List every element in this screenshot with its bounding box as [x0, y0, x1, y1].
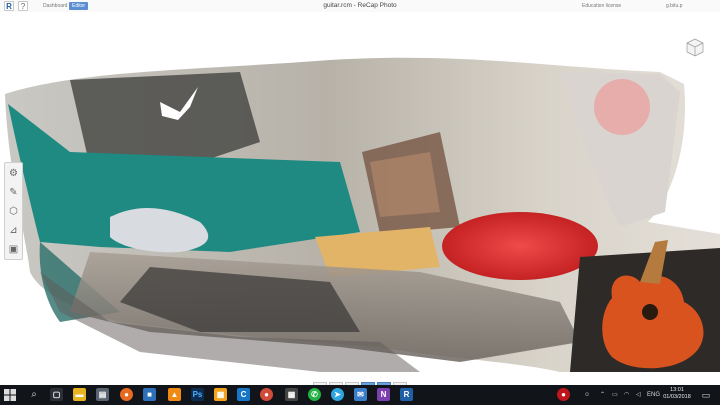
ccleaner-icon[interactable]: C [237, 388, 250, 401]
volume-icon[interactable]: ◁ [636, 389, 641, 401]
shelf-books [370, 152, 440, 217]
telegram-icon[interactable]: ➤ [331, 388, 344, 401]
file-explorer-icon[interactable]: ▬ [73, 388, 86, 401]
pink-light [594, 79, 650, 135]
store-icon[interactable]: ■ [143, 388, 156, 401]
onenote-icon[interactable]: N [377, 388, 390, 401]
clock[interactable]: 13:01 01/03/2018 [660, 387, 694, 401]
photo-mesh-scene [5, 57, 720, 372]
people-icon[interactable]: ☺ [584, 389, 590, 401]
notifications-icon[interactable]: ▭ [700, 389, 712, 401]
language-indicator[interactable]: ENG [647, 389, 660, 401]
explorer-icon[interactable]: ▤ [96, 388, 109, 401]
pencil-icon[interactable]: ✎ [7, 186, 20, 199]
vlc-icon[interactable]: ▲ [168, 388, 181, 401]
export-icon[interactable]: ▣ [7, 243, 20, 256]
antivirus-tray-icon[interactable]: ● [557, 388, 570, 401]
settings-icon[interactable]: ⚙ [7, 167, 20, 180]
mail-icon[interactable]: ✉ [354, 388, 367, 401]
chrome-icon[interactable]: ● [260, 388, 273, 401]
network-icon[interactable]: ◠ [624, 389, 629, 401]
user-menu[interactable]: g.bitu.p [666, 2, 682, 10]
clock-time: 13:01 [670, 387, 684, 393]
search-icon[interactable]: ⌕ [27, 388, 41, 402]
left-tool-panel: ⚙ ✎ ⬡ ⊿ ▣ [4, 162, 23, 260]
photoshop-icon[interactable]: Ps [191, 388, 204, 401]
whatsapp-icon[interactable]: ✆ [308, 388, 321, 401]
windows-start-icon[interactable] [3, 388, 17, 402]
tray-overflow-icon[interactable]: ⌃ [600, 389, 605, 401]
firefox-icon[interactable]: ● [120, 388, 133, 401]
sketchbook-icon[interactable]: ▦ [214, 388, 227, 401]
red-ball [442, 212, 598, 280]
mesh-icon[interactable]: ⬡ [7, 205, 20, 218]
clock-date: 01/03/2018 [663, 394, 691, 400]
license-label: Education license [582, 3, 622, 9]
guitar-soundhole [642, 304, 658, 320]
task-view-icon[interactable]: ▢ [50, 388, 63, 401]
measure-icon[interactable]: ⊿ [7, 224, 20, 237]
windows-taskbar: ⌕ ▢ ▬ ▤ ● ■ ▲ Ps ▦ C ● ▦ ✆ ➤ ✉ N R ● ☺ ⌃… [0, 385, 720, 405]
battery-icon[interactable]: ▭ [612, 389, 618, 401]
3d-viewport[interactable]: ⚙ ✎ ⬡ ⊿ ▣ ↶ ↷ ||| ◈ ⊕ ⛶ [0, 12, 720, 396]
title-bar: R ? Dashboard Editor guitar.rcm - ReCap … [0, 0, 720, 12]
recap-taskbar-icon[interactable]: R [400, 388, 413, 401]
calculator-icon[interactable]: ▦ [285, 388, 298, 401]
view-cube-icon[interactable] [683, 36, 707, 60]
